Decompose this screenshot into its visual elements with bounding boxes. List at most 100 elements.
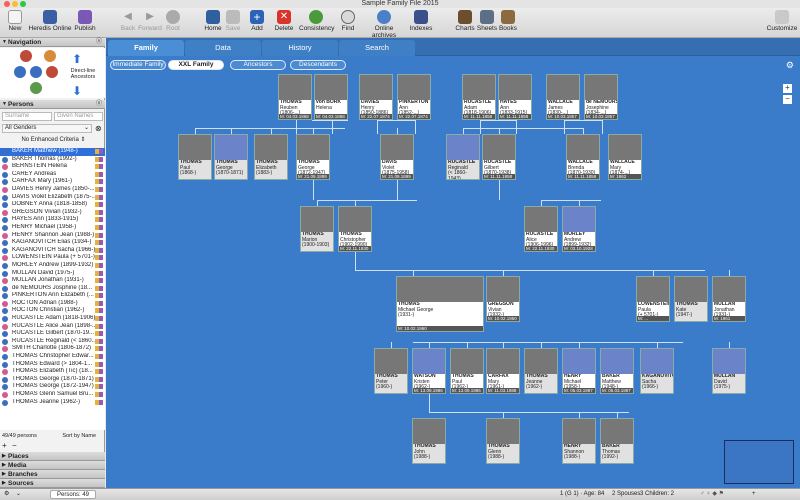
person-card[interactable]: THOMAS Paul (1868-) — [178, 134, 212, 180]
minimize-window-button[interactable] — [12, 1, 18, 7]
close-window-button[interactable] — [4, 1, 10, 7]
person-list-item[interactable]: LOWENSTEIN Paula (+ 5701-) — [0, 254, 105, 262]
persons-list[interactable]: BAKER Matthew (1948-) BAKER Thomas (1992-… — [0, 148, 105, 430]
person-list-item[interactable]: GREGSON Vivian (1932-) — [0, 209, 105, 217]
surname-input[interactable]: Surname — [2, 112, 52, 121]
person-card[interactable]: RUCASTLE Adam (1818-1906) M: 11.11.1858 — [462, 74, 496, 120]
media-header[interactable]: ▶ Media — [0, 461, 105, 470]
person-list-item[interactable]: BAKER Thomas (1992-) — [0, 156, 105, 164]
person-list-item[interactable]: KAGANOVITCH Sacha (1966-) — [0, 247, 105, 255]
consistency-button[interactable]: Consistency — [299, 10, 334, 32]
person-list-item[interactable]: THOMAS George (1870-1871) — [0, 376, 105, 384]
person-list-item[interactable]: THOMAS Edward (> 1804-1... — [0, 361, 105, 369]
person-card[interactable]: BAKER Thomas (1992-) — [600, 418, 634, 464]
root-button[interactable]: Root — [163, 10, 183, 32]
person-card[interactable]: PINKERTON Ann (1852-...) M: 22.07.1874 — [397, 74, 431, 120]
person-list-item[interactable]: SMITH Charlotte (1806-1872) — [0, 345, 105, 353]
person-list-item[interactable]: RUCASTLE Adam (1818-1906) — [0, 315, 105, 323]
person-card[interactable]: THOMAS Kate (1947-) — [674, 276, 708, 322]
publish-button[interactable]: Publish — [73, 10, 97, 32]
person-list-item[interactable]: RUCASTLE Alice Jean (1898-... — [0, 323, 105, 331]
person-list-item[interactable]: THOMAS Elizabeth (Tic) (18... — [0, 368, 105, 376]
find-button[interactable]: Find — [339, 10, 357, 32]
person-list-item[interactable]: RUCASTLE Gilbert (1870-19... — [0, 330, 105, 338]
person-card[interactable]: WALLACE Brenda (1870-1930) M: 11.11.1858 — [566, 134, 600, 180]
branches-header[interactable]: ▶ Branches — [0, 470, 105, 479]
close-panel-icon[interactable]: ⓧ — [96, 100, 102, 109]
person-card[interactable]: DAVIS Violet (1875-1958) M: 21.09.1899 — [380, 134, 414, 180]
person-list-item[interactable]: ROCTON Adrian (1988-) — [0, 300, 105, 308]
zoom-in-icon[interactable]: + — [783, 84, 792, 93]
person-list-item[interactable]: HENRY Michael (1958-) — [0, 224, 105, 232]
person-card[interactable]: KAGANOVITCHSacha(1966-) — [640, 348, 674, 394]
person-card[interactable]: LOWENSTEIN Paula (+ 5701-) M: ... — [636, 276, 670, 322]
person-list-item[interactable]: MULLAN Jonathan (1931-) — [0, 277, 105, 285]
person-card[interactable]: RUCASTLE Gilbert (1870-1938) M: 11.11.1858 — [482, 134, 516, 180]
tree-minimap[interactable] — [724, 440, 794, 484]
person-list-item[interactable]: KAGANOVITCH Elias (1934-) — [0, 239, 105, 247]
indexes-button[interactable]: Indexes — [409, 10, 433, 32]
zoom-out-icon[interactable]: − — [783, 95, 792, 104]
person-list-item[interactable]: ROCTON Christian (1962-) — [0, 307, 105, 315]
person-list-item[interactable]: THOMAS Jeanne (1962-) — [0, 399, 105, 407]
clear-filter-icon[interactable]: ⊗ — [95, 124, 102, 133]
delete-button[interactable]: ✕ Delete — [272, 10, 296, 32]
person-card[interactable]: THOMAS Glenn (1988-) — [486, 418, 520, 464]
person-card[interactable]: GREGSON Vivian (1932-) M: 10.02.1960 — [486, 276, 520, 322]
new-button[interactable]: New — [4, 10, 26, 32]
sheets-button[interactable]: Sheets — [476, 10, 498, 32]
person-list-item[interactable]: THOMAS Glenn Samuel Bru... — [0, 391, 105, 399]
person-card[interactable]: von BORK Helena M: 04.03.1868 — [314, 74, 348, 120]
person-card[interactable]: THOMAS George (1872-1947) M: 21.09.1899 — [296, 134, 330, 180]
person-card[interactable]: CARFAX Mary (1961-) M: 11.03.1988 — [486, 348, 520, 394]
person-card[interactable]: RUCASTLE Alice (1906-1996) M: 22.11.1930 — [524, 206, 558, 252]
given-names-input[interactable]: Given Names — [54, 112, 103, 121]
sort-select[interactable]: Sort by Name — [62, 433, 96, 439]
person-card[interactable]: RUCASTLE Reginald (< 1860-1943) — [446, 134, 480, 180]
person-list-item[interactable]: DOBNEY Anna (1818-1858) — [0, 201, 105, 209]
person-card[interactable]: THOMAS Christopher (1902-1990) M: 22.11.193… — [338, 206, 372, 252]
back-button[interactable]: ◀ Back — [118, 10, 138, 32]
heredis-online-button[interactable]: Heredis Online — [28, 10, 72, 32]
enhanced-criteria-select[interactable]: No Enhanced Criteria ⇕ — [2, 137, 103, 146]
person-list-item[interactable]: HAYES Ann (1833-1915) — [0, 216, 105, 224]
person-list-item[interactable]: BAKER Matthew (1948-) — [0, 148, 105, 156]
person-icon[interactable] — [30, 82, 42, 94]
books-button[interactable]: Books — [498, 10, 518, 32]
person-card[interactable]: THOMAS Marion (1900-1903) — [300, 206, 334, 252]
subtab-xxl-family[interactable]: XXL Family — [168, 60, 224, 70]
person-list-item[interactable]: THOMAS George (1872-1947) — [0, 383, 105, 391]
close-panel-icon[interactable]: ⓧ — [96, 38, 102, 47]
person-icon[interactable] — [14, 66, 26, 78]
save-button[interactable]: Save — [224, 10, 242, 32]
person-card[interactable]: HENRY Michael (1958-) M: 05.03.1987 — [562, 348, 596, 394]
subtab-descendants[interactable]: Descendants — [290, 60, 346, 70]
person-card[interactable]: THOMAS Jeanne (1962-) — [524, 348, 558, 394]
person-icon[interactable] — [30, 66, 42, 78]
person-list-item[interactable]: BERNSTEIN Helena — [0, 163, 105, 171]
person-list-item[interactable]: CAREY Andreas — [0, 171, 105, 179]
person-list-item[interactable]: DAVIES Henry James (1850-... — [0, 186, 105, 194]
person-card[interactable]: WALLACE Mary (1874-...) M: 1862 — [608, 134, 642, 180]
family-icons[interactable]: ♂ ♀ ◆ ⚑ — [700, 489, 724, 500]
person-card[interactable]: THOMAS George (1870-1871) — [214, 134, 248, 180]
person-card[interactable]: THOMAS John (1988-) — [412, 418, 446, 464]
customize-button[interactable]: Customize — [766, 10, 798, 32]
person-card[interactable]: THOMAS Reuben (1806-...) M: 04.03.1868 — [278, 74, 312, 120]
person-card[interactable]: HENRY Shannon (1988-) — [562, 418, 596, 464]
gender-filter-select[interactable]: All Genders ⌄ — [2, 124, 92, 133]
person-card[interactable]: WALLACE James (1830-...) M: 10.03.1857 — [546, 74, 580, 120]
person-card[interactable]: MULLAN Jonathan (1931-) M: 1961 — [712, 276, 746, 322]
chevron-down-icon[interactable]: ⌄ — [16, 489, 21, 500]
sources-header[interactable]: ▶ Sources — [0, 479, 105, 488]
person-card[interactable]: THOMAS Michael George (1931-) M: 10.02.1960 — [396, 276, 484, 332]
up-arrow-icon[interactable]: ⬆ — [72, 52, 82, 66]
charts-button[interactable]: Charts — [455, 10, 475, 32]
gear-icon[interactable]: ⚙ — [4, 489, 9, 500]
person-list-item[interactable]: THOMAS Christopher Edwar... — [0, 353, 105, 361]
navigation-header[interactable]: ▼ Navigation ⓧ — [0, 38, 105, 47]
zoom-window-button[interactable] — [20, 1, 26, 7]
person-list-item[interactable]: MORLEY Andrew (1899-1932) — [0, 262, 105, 270]
down-arrow-icon[interactable]: ⬇ — [72, 84, 82, 98]
online-archives-button[interactable]: Online archives — [362, 10, 406, 39]
